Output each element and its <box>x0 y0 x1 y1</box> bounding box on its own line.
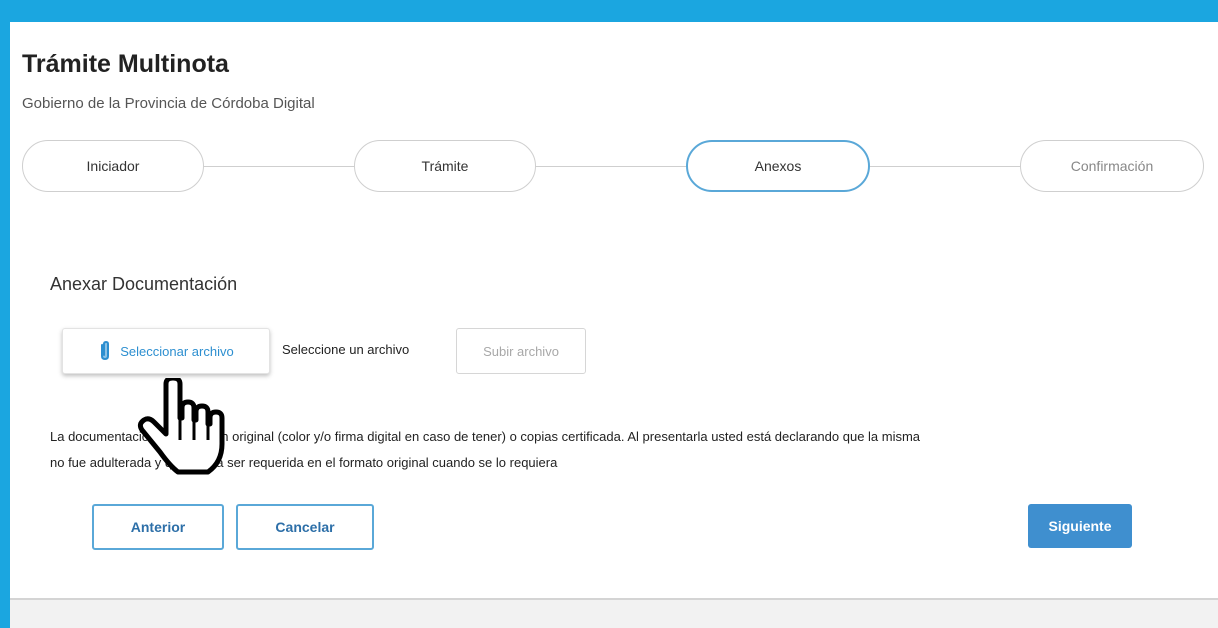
step-iniciador[interactable]: Iniciador <box>22 140 204 192</box>
step-label: Confirmación <box>1070 158 1154 174</box>
stepper: Iniciador Trámite Anexos Confirmación <box>10 140 1218 194</box>
panel-footer <box>10 598 1218 628</box>
step-connector <box>868 166 1030 167</box>
page-subtitle: Gobierno de la Provincia de Córdoba Digi… <box>22 95 315 112</box>
select-file-button[interactable]: Seleccionar archivo <box>62 328 270 374</box>
upload-file-button[interactable]: Subir archivo <box>456 328 586 374</box>
main-panel: Trámite Multinota Gobierno de la Provinc… <box>10 22 1218 628</box>
step-label: Iniciador <box>86 158 140 174</box>
step-tramite[interactable]: Trámite <box>354 140 536 192</box>
previous-button[interactable]: Anterior <box>92 504 224 550</box>
step-label: Trámite <box>421 158 469 174</box>
previous-label: Anterior <box>130 519 186 535</box>
next-label: Siguiente <box>1048 518 1112 534</box>
file-status: Seleccione un archivo <box>282 342 410 357</box>
step-anexos[interactable]: Anexos <box>686 140 870 192</box>
step-connector <box>534 166 696 167</box>
section-title: Anexar Documentación <box>50 274 238 294</box>
page-title: Trámite Multinota <box>22 50 229 78</box>
paperclip-icon <box>101 340 110 361</box>
cancel-button[interactable]: Cancelar <box>236 504 374 550</box>
upload-row: Seleccionar archivo Seleccione un archiv… <box>62 328 662 374</box>
hand-pointer-icon <box>137 378 225 475</box>
upload-file-label: Subir archivo <box>483 343 559 359</box>
step-confirmacion[interactable]: Confirmación <box>1020 140 1204 192</box>
cancel-label: Cancelar <box>275 519 335 535</box>
step-connector <box>202 166 364 167</box>
step-label: Anexos <box>754 158 802 174</box>
next-button[interactable]: Siguiente <box>1028 504 1132 548</box>
select-file-label: Seleccionar archivo <box>120 343 234 359</box>
